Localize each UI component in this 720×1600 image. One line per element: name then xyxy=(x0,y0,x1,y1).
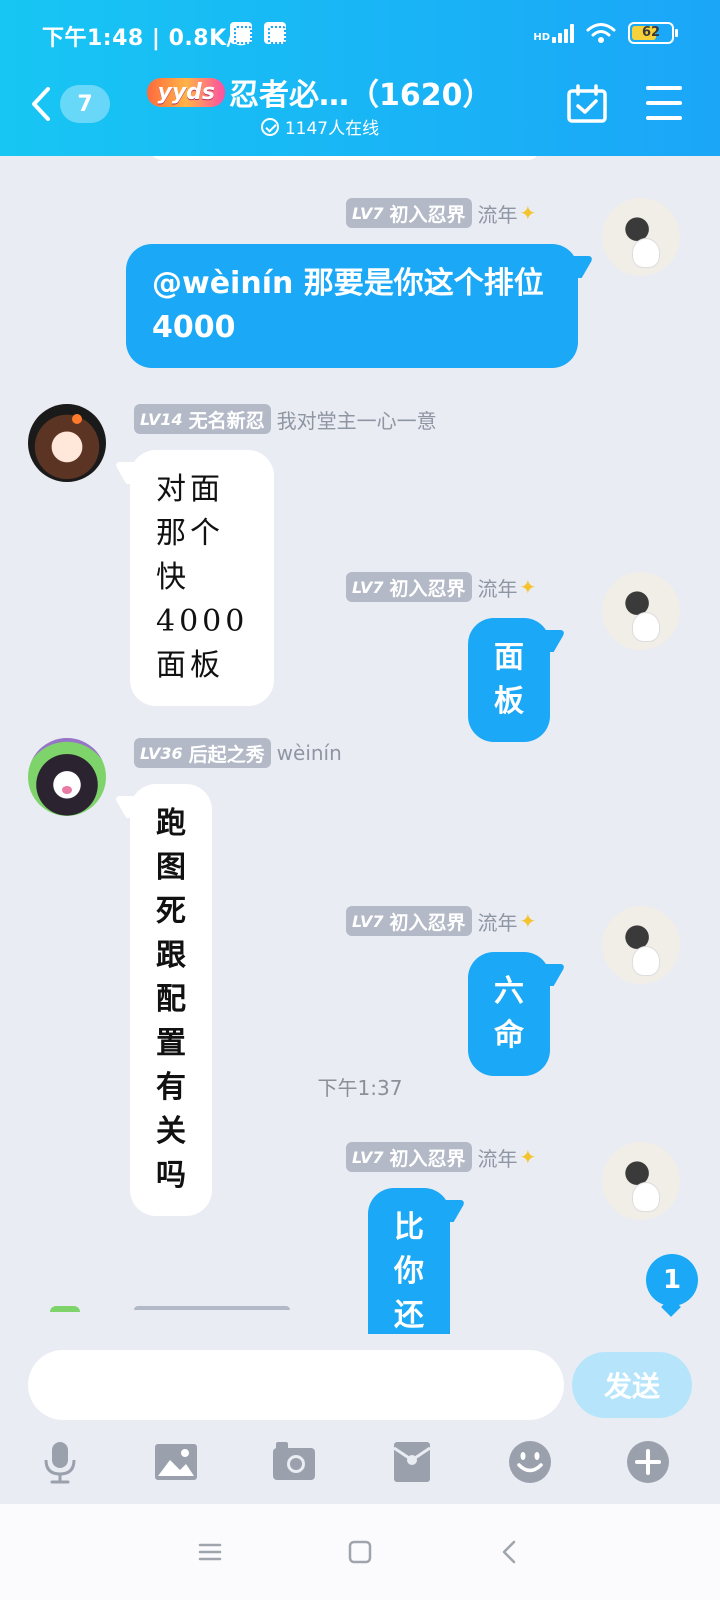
level-badge: LV7 初入忍界 xyxy=(346,572,472,602)
level-title: 初入忍界 xyxy=(389,577,466,600)
calendar-check-icon[interactable] xyxy=(566,84,608,124)
online-status: 1147人在线 xyxy=(130,114,510,139)
message-bubble[interactable]: 面板 xyxy=(468,618,550,742)
chat-header: 下午1:48 | 0.8K/s HD 62 7 yyds 忍者必…（1620） … xyxy=(0,0,720,156)
camera-icon[interactable] xyxy=(270,1438,318,1486)
level-title: 初入忍界 xyxy=(389,203,466,226)
level-badge: LV7 初入忍界 xyxy=(346,198,472,228)
unread-count-badge: 7 xyxy=(60,85,110,123)
sender-name[interactable]: 我对堂主一心一意 xyxy=(277,405,437,434)
status-bar: 下午1:48 | 0.8K/s HD 62 xyxy=(0,0,720,70)
sparkle-icon: ✦ xyxy=(519,575,537,599)
home-icon[interactable] xyxy=(346,1538,374,1566)
image-icon[interactable] xyxy=(152,1438,200,1486)
composer-toolbar xyxy=(0,1438,720,1494)
message-bubble[interactable]: @wèinín 那要是你这个排位4000 xyxy=(126,244,578,368)
message-bubble[interactable]: 跑图死跟配置有关吗 xyxy=(130,784,212,1216)
level-title: 无名新忍 xyxy=(188,409,265,432)
back-chevron-icon xyxy=(32,87,50,121)
sparkle-icon: ✦ xyxy=(519,1145,537,1169)
hd-label: HD xyxy=(533,32,550,43)
new-message-badge[interactable]: 1 xyxy=(646,1254,698,1306)
level-title: 初入忍界 xyxy=(389,911,466,934)
sender-meta: LV7 初入忍界 流年 ✦ xyxy=(346,1142,536,1172)
red-packet-icon[interactable] xyxy=(388,1438,436,1486)
sender-meta: LV7 初入忍界 流年 ✦ xyxy=(346,198,536,228)
sender-name[interactable]: 流年 xyxy=(478,1143,518,1172)
send-button[interactable]: 发送 xyxy=(572,1352,692,1418)
partial-avatar xyxy=(50,1306,80,1312)
message-bubble[interactable]: 六命 xyxy=(468,952,550,1076)
sender-meta: LV14 无名新忍 我对堂主一心一意 xyxy=(134,404,437,434)
clock: 下午1:48 xyxy=(42,26,144,51)
status-time: 下午1:48 | 0.8K/s xyxy=(42,20,249,52)
level-number: LV7 xyxy=(352,911,384,931)
level-title: 初入忍界 xyxy=(389,1147,466,1170)
level-number: LV7 xyxy=(352,1147,384,1167)
battery-level: 62 xyxy=(641,25,661,40)
avatar[interactable] xyxy=(28,738,106,816)
sparkle-icon: ✦ xyxy=(519,201,537,225)
system-nav-bar xyxy=(0,1504,720,1600)
qr-notification-icon xyxy=(264,22,286,44)
sender-name[interactable]: wèinín xyxy=(277,741,342,765)
sender-meta: LV7 初入忍界 流年 ✦ xyxy=(346,906,536,936)
partial-level-badge xyxy=(134,1306,290,1310)
level-number: LV7 xyxy=(352,203,384,223)
divider: | xyxy=(151,26,169,51)
battery-icon: 62 xyxy=(628,22,678,44)
level-number: LV7 xyxy=(352,577,384,597)
avatar[interactable] xyxy=(28,404,106,482)
chat-title[interactable]: yyds 忍者必…（1620） 1147人在线 xyxy=(130,72,510,142)
avatar[interactable] xyxy=(602,198,680,276)
online-count: 1147人在线 xyxy=(284,119,380,139)
plus-icon[interactable] xyxy=(624,1438,672,1486)
avatar[interactable] xyxy=(602,1142,680,1220)
level-number: LV36 xyxy=(140,743,183,763)
notification-icons xyxy=(230,22,286,44)
recent-apps-icon[interactable] xyxy=(196,1538,224,1566)
message-bubble[interactable]: 对面那个快4000面板 xyxy=(130,450,275,706)
level-badge: LV7 初入忍界 xyxy=(346,906,472,936)
wifi-icon xyxy=(586,23,616,43)
level-badge: LV7 初入忍界 xyxy=(346,1142,472,1172)
back-button[interactable]: 7 xyxy=(30,84,112,124)
time-divider: 下午1:37 xyxy=(317,1076,403,1100)
group-badge: yyds xyxy=(147,77,226,107)
avatar[interactable] xyxy=(602,906,680,984)
sender-name[interactable]: 流年 xyxy=(478,907,518,936)
sparkle-icon: ✦ xyxy=(519,909,537,933)
sender-name[interactable]: 流年 xyxy=(478,199,518,228)
signal-icon: HD xyxy=(533,23,574,43)
level-title: 后起之秀 xyxy=(188,743,265,766)
previous-message-edge xyxy=(150,156,540,160)
app-notification-icon xyxy=(230,22,252,44)
menu-icon[interactable] xyxy=(646,86,682,120)
online-check-icon xyxy=(260,117,279,136)
sender-meta: LV36 后起之秀 wèinín xyxy=(134,738,342,768)
avatar[interactable] xyxy=(602,572,680,650)
microphone-icon[interactable] xyxy=(36,1438,84,1486)
sender-name[interactable]: 流年 xyxy=(478,573,518,602)
message-input[interactable] xyxy=(28,1350,564,1420)
level-badge: LV14 无名新忍 xyxy=(134,404,271,434)
level-number: LV14 xyxy=(140,409,183,429)
message-list[interactable]: LV7 初入忍界 流年 ✦ @wèinín 那要是你这个排位4000 LV14 … xyxy=(0,156,720,1334)
sender-meta: LV7 初入忍界 流年 ✦ xyxy=(346,572,536,602)
group-title: 忍者必…（1620） xyxy=(229,78,493,113)
level-badge: LV36 后起之秀 xyxy=(134,738,271,768)
emoji-icon[interactable] xyxy=(506,1438,554,1486)
status-right: HD 62 xyxy=(533,22,678,44)
composer: 发送 xyxy=(0,1334,720,1504)
back-icon[interactable] xyxy=(496,1538,524,1566)
message-bubble[interactable]: 比你还会玩 xyxy=(368,1188,450,1334)
